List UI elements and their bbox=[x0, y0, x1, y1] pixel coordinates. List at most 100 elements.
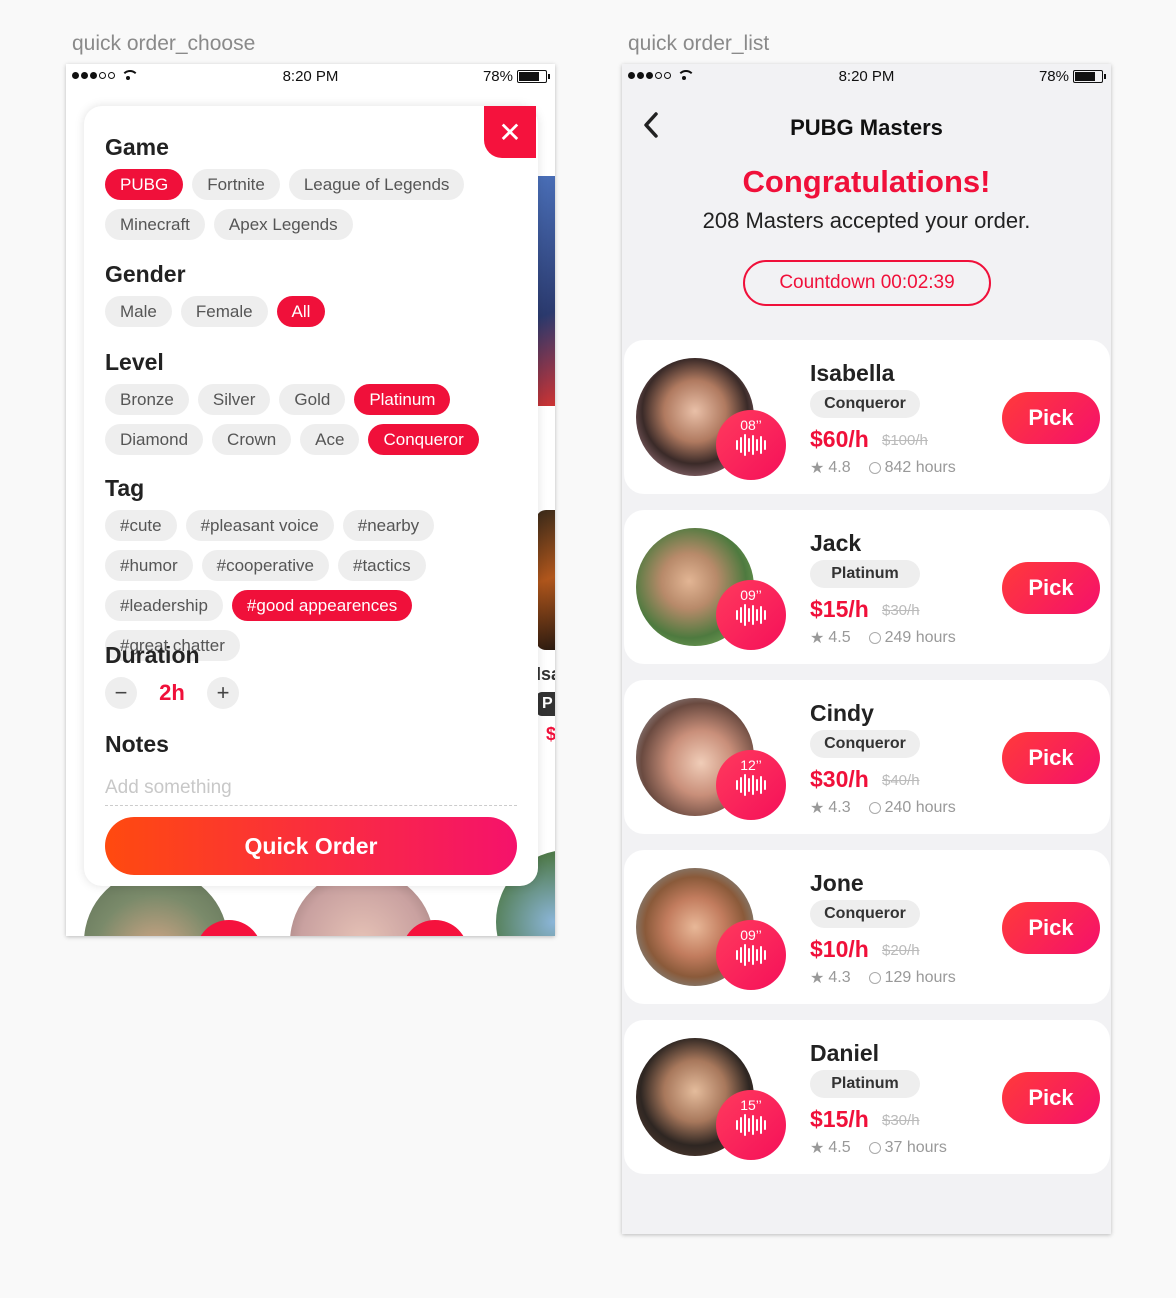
master-old-price: $20/h bbox=[882, 942, 920, 959]
sound-wave-icon bbox=[716, 1114, 786, 1136]
master-card[interactable]: 12’’ Cindy Conqueror $30/h $40/h ★ 4.3 240 hour… bbox=[624, 680, 1110, 834]
gender-chip[interactable]: All bbox=[276, 296, 326, 327]
background-peek-price: $ bbox=[546, 724, 555, 744]
level-chip[interactable]: Ace bbox=[300, 424, 360, 455]
master-price: $15/h bbox=[810, 1106, 869, 1132]
master-card[interactable]: 09’’ Jack Platinum $15/h $30/h ★ 4.5 249 hours P… bbox=[624, 510, 1110, 664]
master-name: Jone bbox=[810, 870, 864, 896]
voice-duration: 09’’ bbox=[740, 587, 762, 603]
battery-icon bbox=[1073, 70, 1106, 83]
pick-button[interactable]: Pick bbox=[1002, 562, 1100, 614]
status-time: 8:20 PM bbox=[282, 68, 339, 85]
quick-order-choose-screen: 8:20 PM 78% Isa P $ ✕ Game PUBG Fortnite L… bbox=[66, 64, 555, 936]
section-title-notes: Notes bbox=[105, 731, 169, 757]
master-name: Cindy bbox=[810, 700, 874, 726]
background-peek-tier: P bbox=[536, 692, 555, 716]
quick-order-button[interactable]: Quick Order bbox=[105, 817, 517, 875]
tag-chip[interactable]: #pleasant voice bbox=[185, 510, 334, 541]
tag-chip[interactable]: #good appearences bbox=[231, 590, 413, 621]
master-stats: ★ 4.3 129 hours bbox=[810, 968, 956, 988]
voice-sample-button[interactable]: 15’’ bbox=[716, 1090, 786, 1160]
status-bar: 8:20 PM 78% bbox=[622, 64, 1111, 90]
tag-chip[interactable]: #cooperative bbox=[201, 550, 329, 581]
master-tier-badge: Conqueror bbox=[810, 900, 920, 928]
level-chip[interactable]: Platinum bbox=[354, 384, 451, 415]
battery-percent: 78% bbox=[1038, 68, 1069, 85]
master-rating: 4.5 bbox=[828, 1139, 851, 1156]
master-card[interactable]: 08’’ Isabella Conqueror $60/h $100/h ★ 4.8 842 … bbox=[624, 340, 1110, 494]
master-card[interactable]: 15’’ Daniel Platinum $15/h $30/h ★ 4.5 37 hours… bbox=[624, 1020, 1110, 1174]
master-old-price: $40/h bbox=[882, 772, 920, 789]
game-chip-group: PUBG Fortnite League of Legends Minecraft Ap… bbox=[105, 169, 525, 240]
level-chip[interactable]: Gold bbox=[279, 384, 346, 415]
page-title: PUBG Masters bbox=[790, 115, 943, 140]
master-old-price: $30/h bbox=[882, 1112, 920, 1129]
level-chip[interactable]: Bronze bbox=[105, 384, 189, 415]
gender-chip-group: Male Female All bbox=[105, 296, 525, 327]
artboard-label-choose: quick order_choose bbox=[72, 32, 256, 55]
countdown-badge: Countdown 00:02:39 bbox=[743, 260, 991, 306]
level-chip[interactable]: Crown bbox=[212, 424, 292, 455]
level-chip-group: Bronze Silver Gold Platinum Diamond Crown Ace C… bbox=[105, 384, 525, 455]
master-hours: 37 hours bbox=[884, 1139, 947, 1156]
master-hours: 129 hours bbox=[884, 969, 956, 986]
level-chip[interactable]: Silver bbox=[197, 384, 271, 415]
game-chip[interactable]: League of Legends bbox=[288, 169, 465, 200]
game-chip[interactable]: Apex Legends bbox=[213, 209, 353, 240]
master-price: $10/h bbox=[810, 936, 869, 962]
tag-chip[interactable]: #tactics bbox=[337, 550, 426, 581]
battery-percent: 78% bbox=[482, 68, 513, 85]
duration-increase-button[interactable]: + bbox=[207, 677, 239, 709]
tag-chip[interactable]: #cute bbox=[105, 510, 177, 541]
voice-duration: 09’’ bbox=[740, 927, 762, 943]
voice-sample-button[interactable]: 12’’ bbox=[716, 750, 786, 820]
level-chip[interactable]: Diamond bbox=[105, 424, 204, 455]
status-time: 8:20 PM bbox=[838, 68, 895, 85]
game-chip[interactable]: Fortnite bbox=[192, 169, 280, 200]
clock-icon bbox=[868, 462, 881, 474]
pick-button[interactable]: Pick bbox=[1002, 902, 1100, 954]
sound-wave-icon bbox=[716, 944, 786, 966]
section-title-tag: Tag bbox=[105, 475, 145, 501]
tag-chip[interactable]: #humor bbox=[105, 550, 193, 581]
notes-input[interactable] bbox=[105, 770, 517, 806]
game-chip[interactable]: PUBG bbox=[105, 169, 184, 200]
tag-chip[interactable]: #nearby bbox=[342, 510, 435, 541]
tag-chip[interactable]: #leadership bbox=[105, 590, 223, 621]
master-name: Daniel bbox=[810, 1040, 880, 1066]
sound-wave-icon bbox=[716, 434, 786, 456]
sound-wave-icon bbox=[716, 604, 786, 626]
game-chip[interactable]: Minecraft bbox=[105, 209, 205, 240]
master-rating: 4.3 bbox=[828, 799, 851, 816]
navigation-bar: PUBG Masters bbox=[622, 90, 1111, 160]
sound-wave-icon bbox=[716, 774, 786, 796]
section-title-gender: Gender bbox=[105, 261, 186, 287]
duration-decrease-button[interactable]: − bbox=[105, 677, 137, 709]
pick-button[interactable]: Pick bbox=[1002, 732, 1100, 784]
pick-button[interactable]: Pick bbox=[1002, 392, 1100, 444]
background-peek-name: Isa bbox=[536, 664, 555, 684]
pick-button[interactable]: Pick bbox=[1002, 1072, 1100, 1124]
master-hours: 240 hours bbox=[884, 799, 956, 816]
artboard-label-list: quick order_list bbox=[628, 32, 770, 55]
level-chip[interactable]: Conqueror bbox=[368, 424, 479, 455]
voice-duration: 12’’ bbox=[740, 757, 762, 773]
voice-sample-button[interactable]: 08’’ bbox=[716, 410, 786, 480]
close-button[interactable]: ✕ bbox=[484, 106, 536, 158]
master-rating: 4.5 bbox=[828, 629, 851, 646]
master-card[interactable]: 09’’ Jone Conqueror $10/h $20/h ★ 4.3 129 hours… bbox=[624, 850, 1110, 1004]
master-stats: ★ 4.5 249 hours bbox=[810, 628, 956, 648]
quick-order-list-screen: 8:20 PM 78% PUBG Masters Congratulations… bbox=[622, 64, 1111, 1234]
clock-icon bbox=[868, 972, 881, 984]
section-title-game: Game bbox=[105, 134, 169, 160]
gender-chip[interactable]: Male bbox=[105, 296, 172, 327]
master-rating: 4.3 bbox=[828, 969, 851, 986]
master-price: $60/h bbox=[810, 426, 869, 452]
gender-chip[interactable]: Female bbox=[180, 296, 268, 327]
star-icon: ★ bbox=[810, 460, 825, 477]
congratulations-heading: Congratulations! bbox=[742, 164, 991, 199]
clock-icon bbox=[868, 632, 881, 644]
voice-sample-button[interactable]: 09’’ bbox=[716, 920, 786, 990]
voice-sample-button[interactable]: 09’’ bbox=[716, 580, 786, 650]
master-tier-badge: Conqueror bbox=[810, 730, 920, 758]
